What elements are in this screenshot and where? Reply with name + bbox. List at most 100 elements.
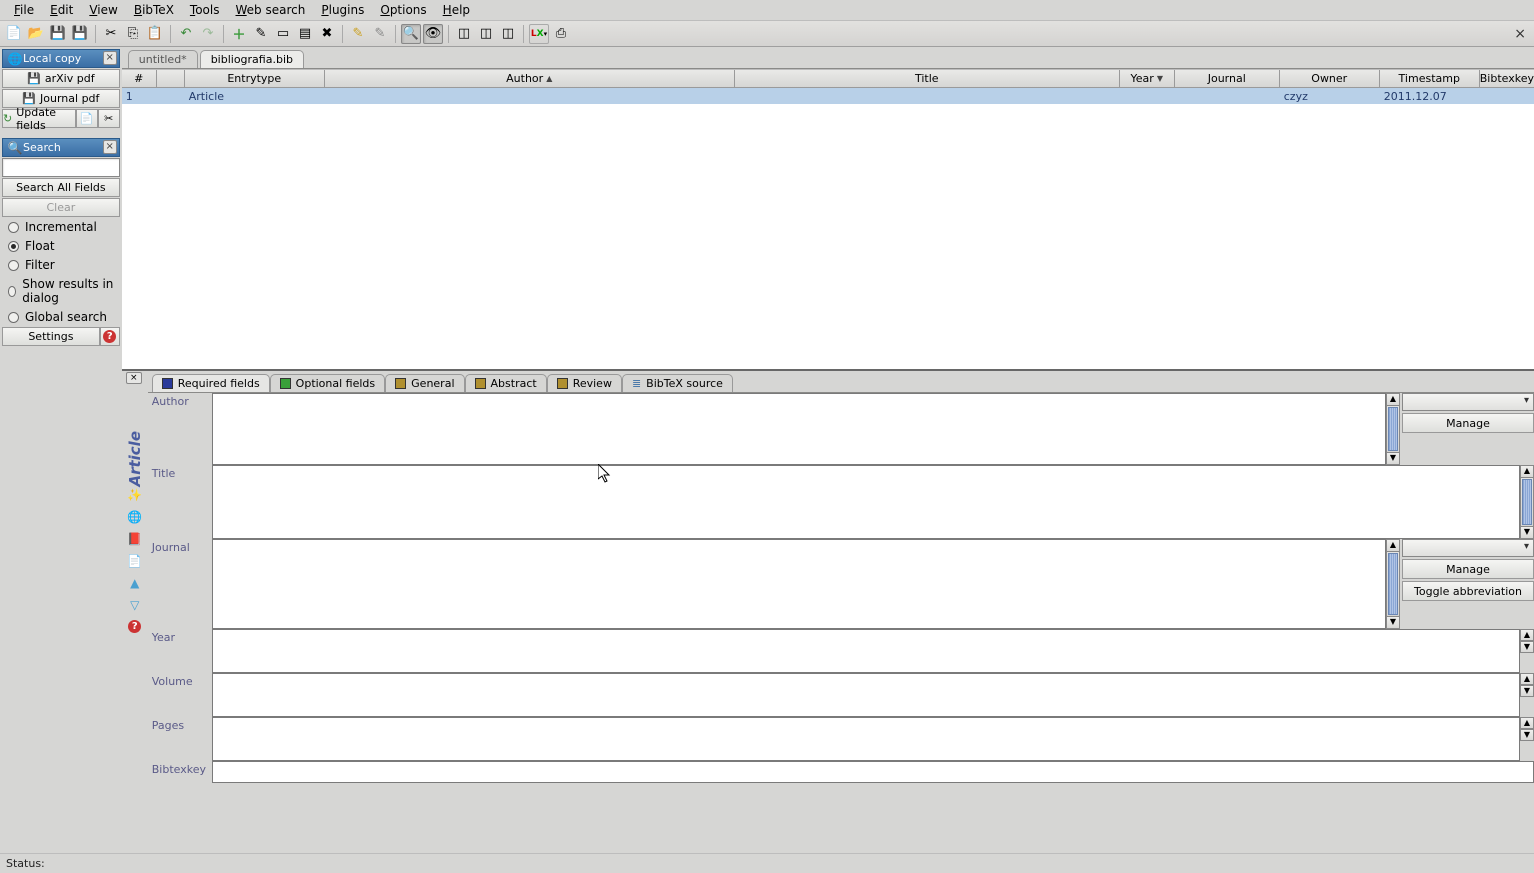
file-icon[interactable]: 📄 (127, 553, 143, 569)
settings-button[interactable]: Settings (2, 327, 100, 346)
tab-bibliografia[interactable]: bibliografia.bib (200, 50, 304, 68)
author-scrollbar[interactable]: ▲▼ (1386, 393, 1400, 465)
mark-icon[interactable]: ✎ (348, 24, 368, 44)
search-opt-incremental[interactable]: Incremental (2, 218, 120, 236)
menu-bibtex[interactable]: BibTeX (126, 1, 182, 19)
toggle-abbrev-button[interactable]: Toggle abbreviation (1402, 581, 1534, 601)
search-input[interactable] (2, 158, 120, 177)
cut-icon[interactable]: ✂ (101, 24, 121, 44)
open-icon[interactable]: 📂 (26, 24, 46, 44)
col-year[interactable]: Year▼ (1120, 70, 1175, 87)
menu-file[interactable]: File (6, 1, 42, 19)
journal-manage-button[interactable]: Manage (1402, 559, 1534, 579)
menu-view[interactable]: View (81, 1, 125, 19)
col-timestamp[interactable]: Timestamp (1380, 70, 1480, 87)
group-2-icon[interactable]: ◫ (476, 24, 496, 44)
menu-websearch[interactable]: Web search (228, 1, 314, 19)
copy-icon[interactable]: ⎘ (123, 24, 143, 44)
search-header: 🔍 Search × (2, 138, 120, 157)
search-opt-filter[interactable]: Filter (2, 256, 120, 274)
unmark-icon[interactable]: ✎ (370, 24, 390, 44)
col-author[interactable]: Author▲ (325, 70, 735, 87)
edit-preamble-icon[interactable]: ▤ (295, 24, 315, 44)
search-opt-float[interactable]: Float (2, 237, 120, 255)
tab-bibtex-source[interactable]: ≣ BibTeX source (622, 374, 733, 392)
update-fields-button[interactable]: ↻ Update fields (2, 109, 76, 128)
year-spinner[interactable]: ▲▼ (1520, 629, 1534, 673)
help-icon[interactable]: ? (127, 619, 143, 635)
add-entry-icon[interactable]: ＋ (229, 24, 249, 44)
editor-tabs: Required fields Optional fields General … (148, 371, 1534, 393)
save-icon[interactable]: 💾 (48, 24, 68, 44)
undo-icon[interactable]: ↶ (176, 24, 196, 44)
group-3-icon[interactable]: ◫ (498, 24, 518, 44)
author-combo[interactable] (1402, 393, 1534, 411)
menu-help[interactable]: Help (435, 1, 478, 19)
menu-plugins[interactable]: Plugins (313, 1, 372, 19)
group-1-icon[interactable]: ◫ (454, 24, 474, 44)
save-all-icon[interactable]: 💾 (70, 24, 90, 44)
title-scrollbar[interactable]: ▲▼ (1520, 465, 1534, 539)
author-label: Author (148, 393, 212, 465)
globe-icon[interactable]: 🌐 (127, 509, 143, 525)
col-num[interactable]: # (122, 70, 157, 87)
push-icon[interactable]: ⎙ (551, 24, 571, 44)
col-icon[interactable] (157, 70, 185, 87)
clear-button[interactable]: Clear (2, 198, 120, 217)
help-icon[interactable]: ? (100, 327, 120, 346)
bibtexkey-field[interactable] (212, 761, 1534, 783)
menu-edit[interactable]: Edit (42, 1, 81, 19)
arxiv-pdf-button[interactable]: 💾 arXiv pdf (2, 69, 120, 88)
edit-entry-icon[interactable]: ✎ (251, 24, 271, 44)
journal-field[interactable] (212, 539, 1386, 629)
volume-label: Volume (148, 673, 212, 717)
search-all-button[interactable]: Search All Fields (2, 178, 120, 197)
author-field[interactable] (212, 393, 1386, 465)
arrow-up-icon[interactable]: ▲ (127, 575, 143, 591)
close-editor-icon[interactable]: × (126, 372, 142, 384)
title-field[interactable] (212, 465, 1520, 539)
journal-scrollbar[interactable]: ▲▼ (1386, 539, 1400, 629)
tab-untitled[interactable]: untitled* (128, 50, 198, 68)
pages-label: Pages (148, 717, 212, 761)
edit-strings-icon[interactable]: ▭ (273, 24, 293, 44)
tab-review[interactable]: Review (547, 374, 622, 392)
update-aux-2-button[interactable]: ✂ (98, 109, 120, 128)
menu-tools[interactable]: Tools (182, 1, 228, 19)
arrow-down-icon[interactable]: ▽ (127, 597, 143, 613)
redo-icon[interactable]: ↷ (198, 24, 218, 44)
tab-abstract[interactable]: Abstract (465, 374, 547, 392)
tab-optional[interactable]: Optional fields (270, 374, 385, 392)
author-manage-button[interactable]: Manage (1402, 413, 1534, 433)
new-icon[interactable]: 📄 (4, 24, 24, 44)
wand-icon[interactable]: ✨ (127, 487, 143, 503)
col-journal[interactable]: Journal (1175, 70, 1280, 87)
entry-editor: × Article ✨ 🌐 📕 📄 ▲ ▽ ? (122, 369, 1534, 853)
tab-required[interactable]: Required fields (152, 374, 270, 392)
close-search-icon[interactable]: × (103, 140, 117, 154)
table-row[interactable]: 1 Article czyz 2011.12.07 (122, 88, 1534, 104)
close-icon[interactable]: × (1510, 26, 1530, 42)
preview-toggle-icon[interactable]: 👁 (423, 24, 443, 44)
volume-spinner[interactable]: ▲▼ (1520, 673, 1534, 717)
col-title[interactable]: Title (735, 70, 1120, 87)
pages-field[interactable] (212, 717, 1520, 761)
close-panel-icon[interactable]: × (103, 51, 117, 65)
col-entrytype[interactable]: Entrytype (185, 70, 325, 87)
search-opt-global[interactable]: Global search (2, 308, 120, 326)
tab-general[interactable]: General (385, 374, 464, 392)
col-owner[interactable]: Owner (1280, 70, 1380, 87)
menu-options[interactable]: Options (372, 1, 434, 19)
year-field[interactable] (212, 629, 1520, 673)
paste-icon[interactable]: 📋 (145, 24, 165, 44)
pdf-icon[interactable]: 📕 (127, 531, 143, 547)
delete-entry-icon[interactable]: ✖ (317, 24, 337, 44)
volume-field[interactable] (212, 673, 1520, 717)
search-opt-dialog[interactable]: Show results in dialog (2, 275, 120, 307)
pages-spinner[interactable]: ▲▼ (1520, 717, 1534, 761)
search-toggle-icon[interactable]: 🔍 (401, 24, 421, 44)
update-aux-1-button[interactable]: 📄 (76, 109, 98, 128)
journal-combo[interactable] (1402, 539, 1534, 557)
lyx-icon[interactable]: LX▾ (529, 24, 549, 44)
col-bibtexkey[interactable]: Bibtexkey (1480, 70, 1534, 87)
